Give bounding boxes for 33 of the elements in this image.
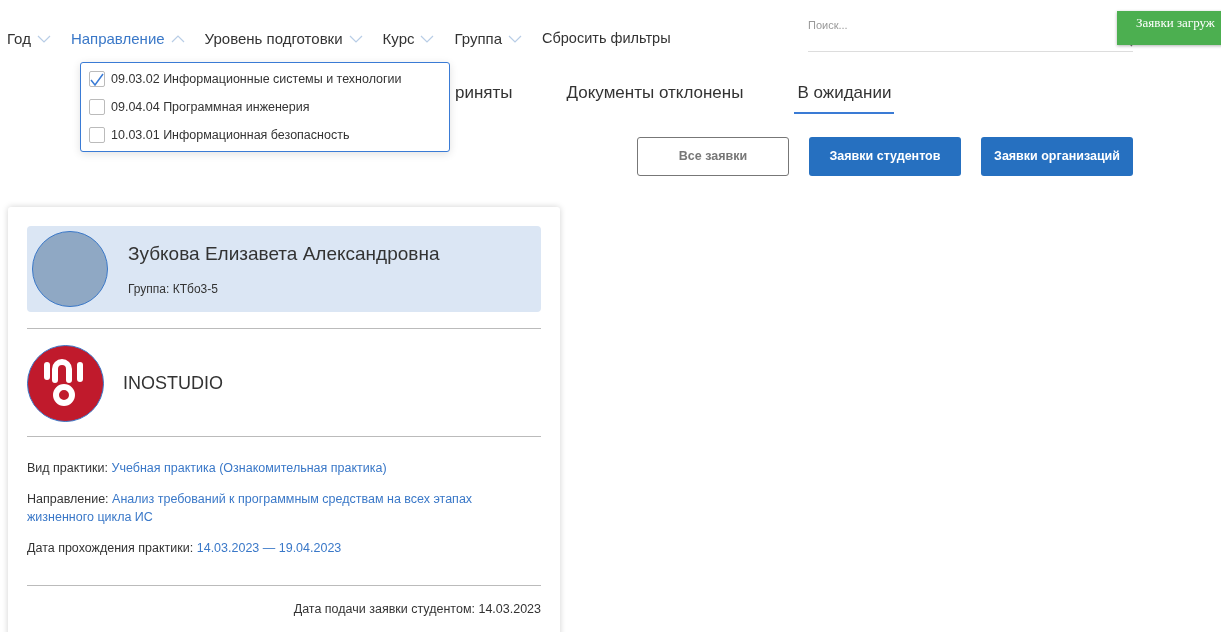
submission-date: Дата подачи заявки студентом: 14.03.2023: [293, 601, 541, 618]
organization-logo-icon: [27, 345, 104, 422]
direction-option[interactable]: 09.04.04 Программная инженерия: [89, 97, 449, 117]
detail-line: Вид практики: Учебная практика (Ознакомительная практика): [27, 460, 388, 477]
caret-icon: [36, 34, 51, 43]
status-tab[interactable]: Документы отклонены: [563, 80, 747, 114]
checkbox[interactable]: [89, 71, 105, 88]
filter-dropdown[interactable]: Уровень подготовки: [204, 27, 363, 50]
direction-option[interactable]: 09.03.02 Информационные системы и технологии: [89, 70, 449, 89]
checkbox[interactable]: [89, 126, 105, 143]
organization-name: INOSTUDIO: [123, 372, 223, 395]
filter-button[interactable]: Заявки студентов: [809, 136, 961, 176]
detail-line: Направление: Анализ требований к программным средствам на всех этапах жизненного цикла ИС: [27, 491, 474, 526]
status-tab[interactable]: риняты: [452, 80, 516, 114]
filter-dropdown[interactable]: Год: [7, 27, 51, 50]
filter-button[interactable]: Заявки организаций: [981, 136, 1133, 176]
filter-dropdown[interactable]: Курс: [382, 27, 435, 50]
checkmark-icon: [90, 72, 104, 86]
notification-toast: Заявки загруж: [1117, 11, 1221, 45]
filter-button[interactable]: Все заявки: [637, 136, 789, 176]
status-tab[interactable]: В ожидании: [794, 80, 895, 114]
caret-icon: [170, 34, 185, 43]
student-group: Группа: КТбо3-5: [128, 280, 440, 299]
detail-line: Дата прохождения практики: 14.03.2023 — 19.04.2023: [27, 540, 343, 557]
checkbox[interactable]: [89, 99, 105, 116]
reset-filters-link[interactable]: Сбросить фильтры: [542, 27, 671, 50]
filter-dropdown[interactable]: Группа: [454, 27, 523, 50]
direction-option[interactable]: 10.03.01 Информационная безопасность: [89, 125, 449, 145]
caret-icon: [508, 34, 523, 43]
student-name: Зубкова Елизавета Александровна: [128, 241, 440, 266]
filter-dropdown[interactable]: Направление: [70, 27, 185, 50]
caret-icon: [420, 34, 435, 43]
caret-icon: [348, 34, 363, 43]
